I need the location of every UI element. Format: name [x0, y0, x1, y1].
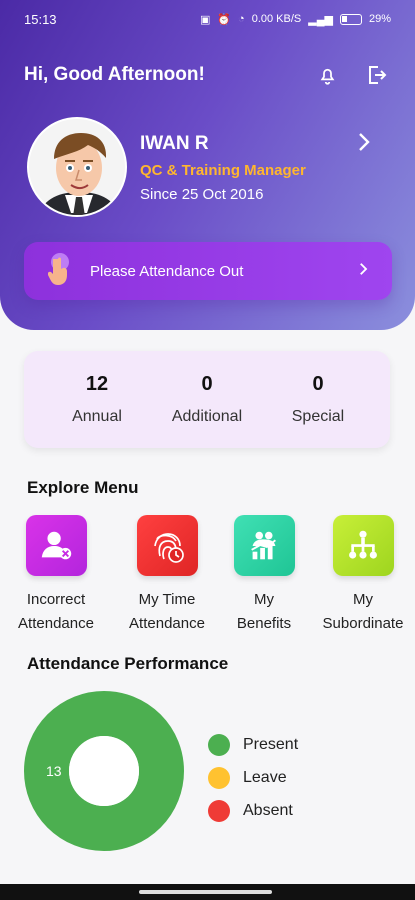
tap-hand-icon [47, 251, 76, 292]
menu-label-line: Attendance [18, 615, 94, 632]
leave-label: Additional [171, 408, 243, 425]
menu-label-line: Benefits [236, 615, 292, 632]
leave-count: 12 [85, 373, 109, 395]
menu-incorrect-attendance[interactable]: Incorrect Attendance [5, 515, 107, 636]
leave-count: 0 [312, 373, 324, 395]
battery-icon [339, 13, 362, 25]
leave-balance-card: 12 Annual 0 Additional 0 Special [24, 351, 390, 448]
legend-present: Present [208, 728, 298, 761]
attendance-donut-chart: 13 [24, 691, 184, 851]
status-time: 15:13 [24, 11, 57, 27]
greeting-text: Hi, Good Afternoon! [24, 64, 205, 85]
leave-label: Annual [72, 408, 122, 425]
absent-dot [208, 799, 230, 822]
chevron-right-icon [354, 260, 372, 283]
chart-legend: Present Leave Absent [208, 728, 298, 827]
menu-label: My Subordinate [312, 588, 414, 636]
status-bar: 15:13 ▣ ⏰ ◔ 0.00 KB/S ▂▄▆ 29% [0, 0, 415, 38]
leave-annual: 12 Annual [42, 373, 152, 426]
leave-additional: 0 Additional [152, 373, 262, 426]
benefits-icon [233, 515, 295, 576]
avatar[interactable] [27, 117, 127, 217]
nfc-icon: ▣ [199, 13, 211, 26]
menu-label-line: My [254, 591, 274, 608]
leave-special: 0 Special [263, 373, 373, 426]
menu-label-line: Attendance [129, 615, 205, 632]
leave-label: Special [291, 408, 345, 425]
profile-role: QC & Training Manager [140, 162, 306, 179]
legend-label: Leave [243, 768, 287, 786]
menu-label: My Time Attendance [116, 588, 218, 636]
fingerprint-clock-icon [136, 515, 198, 576]
org-chart-icon [332, 515, 394, 576]
menu-label-line: My Time [138, 591, 196, 608]
legend-label: Absent [243, 801, 293, 819]
network-speed: 0.00 KB/S [251, 13, 302, 25]
menu-label-line: Subordinate [322, 615, 404, 632]
home-indicator[interactable] [139, 890, 272, 894]
user-remove-icon [25, 515, 87, 576]
profile-chevron-icon[interactable] [351, 130, 375, 154]
explore-menu-title: Explore Menu [27, 478, 139, 497]
menu-my-subordinate[interactable]: My Subordinate [312, 515, 414, 636]
donut-center [69, 736, 139, 806]
alarm-icon: ⏰ [217, 13, 232, 26]
profile-since: Since 25 Oct 2016 [140, 186, 264, 203]
attendance-out-button[interactable]: Please Attendance Out [24, 242, 392, 300]
present-dot [208, 733, 230, 756]
legend-leave: Leave [208, 761, 298, 794]
header-actions [315, 63, 389, 87]
donut-slice-label: 13 [46, 763, 62, 779]
battery-percent: 29% [368, 13, 391, 25]
menu-label-line: My [353, 591, 373, 608]
wifi-icon: ◔ [238, 13, 245, 25]
menu-label-line: Incorrect [26, 591, 86, 608]
legend-absent: Absent [208, 794, 298, 827]
legend-label: Present [243, 735, 299, 753]
notification-bell-icon[interactable] [315, 63, 339, 87]
logout-icon[interactable] [365, 63, 389, 87]
signal-icon: ▂▄▆ [308, 13, 333, 26]
status-icons: ▣ ⏰ ◔ 0.00 KB/S ▂▄▆ 29% [200, 13, 391, 26]
attendance-performance-title: Attendance Performance [27, 654, 229, 673]
menu-my-benefits[interactable]: My Benefits [213, 515, 315, 636]
menu-label: My Benefits [213, 588, 315, 636]
attendance-label: Please Attendance Out [90, 262, 244, 280]
profile-name: IWAN R [140, 133, 209, 154]
leave-count: 0 [201, 373, 213, 395]
menu-my-time-attendance[interactable]: My Time Attendance [116, 515, 218, 636]
leave-dot [208, 766, 230, 789]
menu-label: Incorrect Attendance [5, 588, 107, 636]
